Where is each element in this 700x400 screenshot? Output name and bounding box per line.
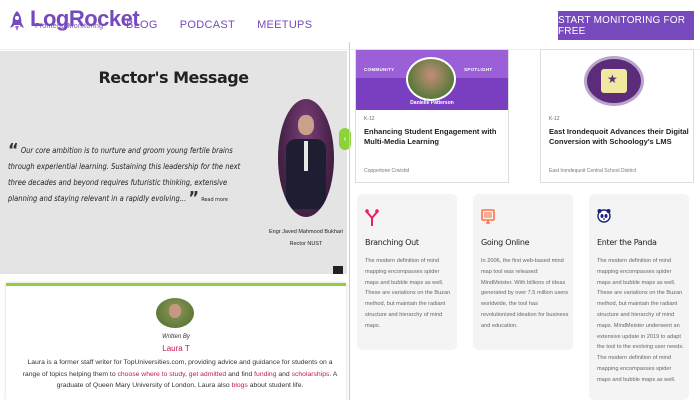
panda-icon xyxy=(597,209,611,223)
story-card[interactable]: COMMUNITY SPOTLIGHT Danielle Patterson K… xyxy=(355,49,509,183)
feature-card: Enter the Panda The modern definition of… xyxy=(589,194,689,400)
nav-blog[interactable]: BLOG xyxy=(126,19,158,31)
rector-message-panel: Rector's Message “ Our core ambition is … xyxy=(0,51,351,274)
feature-title: Going Online xyxy=(481,238,530,247)
image-caption: Danielle Patterson xyxy=(410,100,454,106)
nav-podcast[interactable]: PODCAST xyxy=(180,19,235,31)
bio-text: and xyxy=(276,370,292,378)
open-quote-icon: “ xyxy=(8,140,19,161)
rector-quote: “ Our core ambition is to nurture and gr… xyxy=(8,140,246,209)
author-card: Written By Laura T Laura is a former sta… xyxy=(6,283,346,400)
profile-photo xyxy=(406,57,456,101)
feature-body: In 2006, the first web-based mind map to… xyxy=(481,258,569,329)
rector-title: Rector's Message xyxy=(98,68,249,87)
card-tag: K-12 xyxy=(549,116,560,122)
image-label: COMMUNITY xyxy=(364,67,395,72)
choose-where-to-study-link[interactable]: choose where to study xyxy=(118,371,186,378)
bio-text: and find xyxy=(226,370,255,378)
scholarships-link[interactable]: scholarships xyxy=(292,371,330,378)
blogs-link[interactable]: blogs xyxy=(232,382,248,389)
branch-icon xyxy=(365,209,379,226)
written-by-label: Written By xyxy=(162,334,190,340)
rector-role: Rector NUST xyxy=(289,241,323,247)
logo-subtitle: Frontend Monitoring xyxy=(35,23,104,30)
main-nav: BLOG PODCAST MEETUPS xyxy=(126,19,312,31)
school-seal-image: ★ xyxy=(541,50,693,110)
column-divider xyxy=(349,42,350,400)
seal-icon: ★ xyxy=(584,56,644,106)
story-card[interactable]: ★ K-12 East Irondequoit Advances their D… xyxy=(540,49,694,183)
rector-quote-text: Our core ambition is to nurture and groo… xyxy=(8,146,241,203)
feature-body: The modern definition of mind mapping en… xyxy=(365,258,451,329)
start-monitoring-button[interactable]: START MONITORING FOR FREE xyxy=(558,11,694,40)
page: LogRocket Frontend Monitoring BLOG PODCA… xyxy=(0,0,700,400)
bio-text: about student life. xyxy=(247,382,304,389)
card-title[interactable]: East Irondequoit Advances their Digital … xyxy=(549,127,689,147)
card-tag: K-12 xyxy=(364,116,375,122)
rector-name: Engr Javed Mahmood Bukhari xyxy=(269,229,343,235)
community-spotlight-image: COMMUNITY SPOTLIGHT Danielle Patterson xyxy=(356,50,508,110)
monitor-icon xyxy=(481,209,495,224)
image-label: SPOTLIGHT xyxy=(464,67,493,72)
card-footer: Coppertone Covictid xyxy=(364,168,410,174)
site-header: LogRocket Frontend Monitoring BLOG PODCA… xyxy=(0,0,700,50)
author-bio: Laura is a former staff writer for TopUn… xyxy=(20,357,340,392)
feature-card: Branching Out The modern definition of m… xyxy=(357,194,457,350)
nav-meetups[interactable]: MEETUPS xyxy=(257,19,312,31)
feature-title: Branching Out xyxy=(365,238,419,247)
feature-body: The modern definition of mind mapping en… xyxy=(597,258,684,383)
card-footer: East Irondequoit Central School District xyxy=(549,168,637,174)
rocket-logo-icon xyxy=(10,11,24,31)
card-title[interactable]: Enhancing Student Engagement with Multi-… xyxy=(364,127,504,147)
scroll-marker xyxy=(333,266,343,274)
close-quote-icon: ” xyxy=(188,188,200,209)
rector-caption: Engr Javed Mahmood Bukhari Rector NUST xyxy=(266,226,346,250)
funding-link[interactable]: funding xyxy=(254,371,276,378)
author-avatar xyxy=(156,298,194,328)
rector-photo xyxy=(278,99,334,217)
feature-card: Going Online In 2006, the first web-base… xyxy=(473,194,573,350)
feature-title: Enter the Panda xyxy=(597,238,657,247)
get-admitted-link[interactable]: get admitted xyxy=(189,371,226,378)
read-more-link[interactable]: Read more xyxy=(201,197,228,203)
author-name-link[interactable]: Laura T xyxy=(6,344,346,353)
